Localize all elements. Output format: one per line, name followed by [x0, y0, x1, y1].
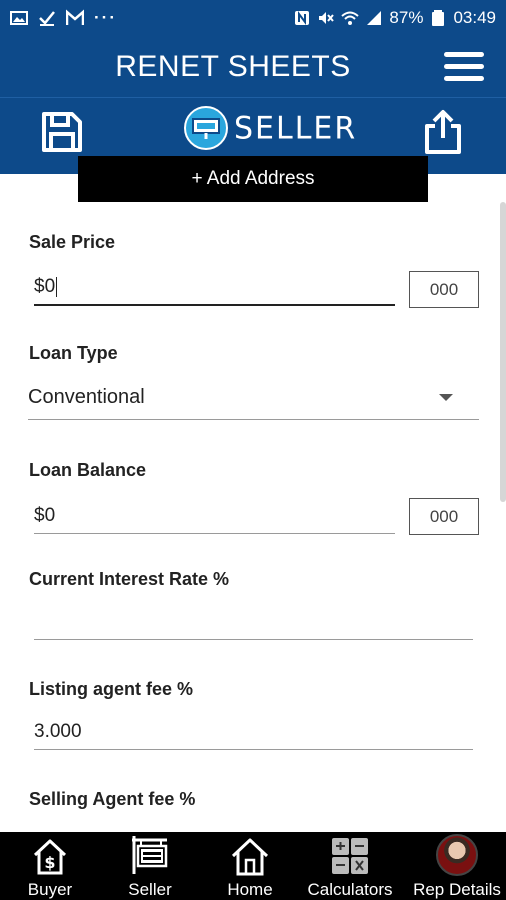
avatar — [436, 834, 478, 876]
nav-buyer-label: Buyer — [27, 880, 73, 899]
nav-seller-label: Seller — [128, 880, 172, 899]
seller-sign-icon — [184, 106, 228, 150]
sale-price-zeros-button[interactable]: 000 — [409, 271, 479, 308]
loan-balance-value: $0 — [34, 504, 56, 526]
listing-fee-label: Listing agent fee % — [29, 679, 194, 699]
sale-price-label: Sale Price — [29, 232, 116, 252]
interest-rate-label: Current Interest Rate % — [29, 569, 230, 589]
nfc-icon — [293, 9, 311, 27]
hamburger-icon[interactable] — [444, 52, 484, 84]
interest-rate-input[interactable] — [34, 604, 473, 640]
image-icon — [10, 9, 28, 27]
nav-home-label: Home — [227, 880, 273, 899]
selling-fee-label: Selling Agent fee % — [29, 789, 196, 809]
loan-balance-zeros-button[interactable]: 000 — [409, 498, 479, 535]
bottom-nav: $ Buyer Seller Home Calculators Rep Deta… — [0, 832, 506, 900]
seller-logo-text: SELLER — [234, 109, 358, 147]
battery-percent: 87% — [389, 8, 424, 27]
signal-icon — [365, 9, 383, 27]
sale-price-value: $0 — [34, 276, 56, 297]
loan-balance-input[interactable]: $0 — [34, 498, 395, 534]
loan-balance-label: Loan Balance — [29, 460, 147, 480]
scrollbar[interactable] — [500, 202, 506, 502]
title-bar: RENET SHEETS — [0, 36, 506, 98]
calculator-icon — [330, 832, 370, 876]
dropdown-arrow-icon — [439, 394, 453, 401]
wifi-icon — [341, 9, 360, 27]
add-address-button[interactable]: + Add Address — [78, 156, 428, 202]
gmail-icon — [66, 9, 84, 27]
save-icon[interactable] — [40, 110, 84, 154]
listing-fee-value: 3.000 — [34, 720, 82, 742]
nav-calculators-label: Calculators — [307, 880, 393, 899]
loan-type-selected: Conventional — [28, 386, 145, 408]
seller-logo: SELLER — [184, 106, 357, 150]
text-caret — [56, 277, 58, 297]
nav-buyer[interactable]: $ Buyer — [20, 832, 80, 900]
overflow-indicator: ··· — [94, 8, 117, 27]
nav-calculators[interactable]: Calculators — [302, 832, 398, 900]
nav-seller[interactable]: Seller — [120, 832, 180, 900]
sale-price-input[interactable]: $0 — [34, 270, 395, 306]
svg-text:$: $ — [44, 853, 55, 872]
for-rent-sign-icon — [129, 832, 171, 876]
nav-rep-details-label: Rep Details — [413, 880, 501, 899]
clock: 03:49 — [453, 8, 496, 27]
mute-icon — [317, 9, 335, 27]
check-icon — [38, 9, 56, 27]
share-icon[interactable] — [422, 108, 464, 156]
nav-rep-details[interactable]: Rep Details — [410, 832, 504, 900]
status-bar: ··· 87% 03:49 — [0, 0, 506, 36]
battery-icon — [429, 9, 447, 27]
seller-form: Sale Price $0 000 Loan Type Conventional… — [0, 202, 506, 832]
app-title: RENET SHEETS — [115, 50, 351, 83]
home-icon — [230, 832, 270, 876]
buyer-house-dollar-icon: $ — [30, 832, 70, 876]
nav-home[interactable]: Home — [220, 832, 280, 900]
listing-fee-input[interactable]: 3.000 — [34, 714, 473, 750]
loan-type-select[interactable]: Conventional — [28, 376, 479, 420]
nav-avatar-wrap — [436, 832, 478, 876]
loan-type-label: Loan Type — [29, 343, 118, 363]
